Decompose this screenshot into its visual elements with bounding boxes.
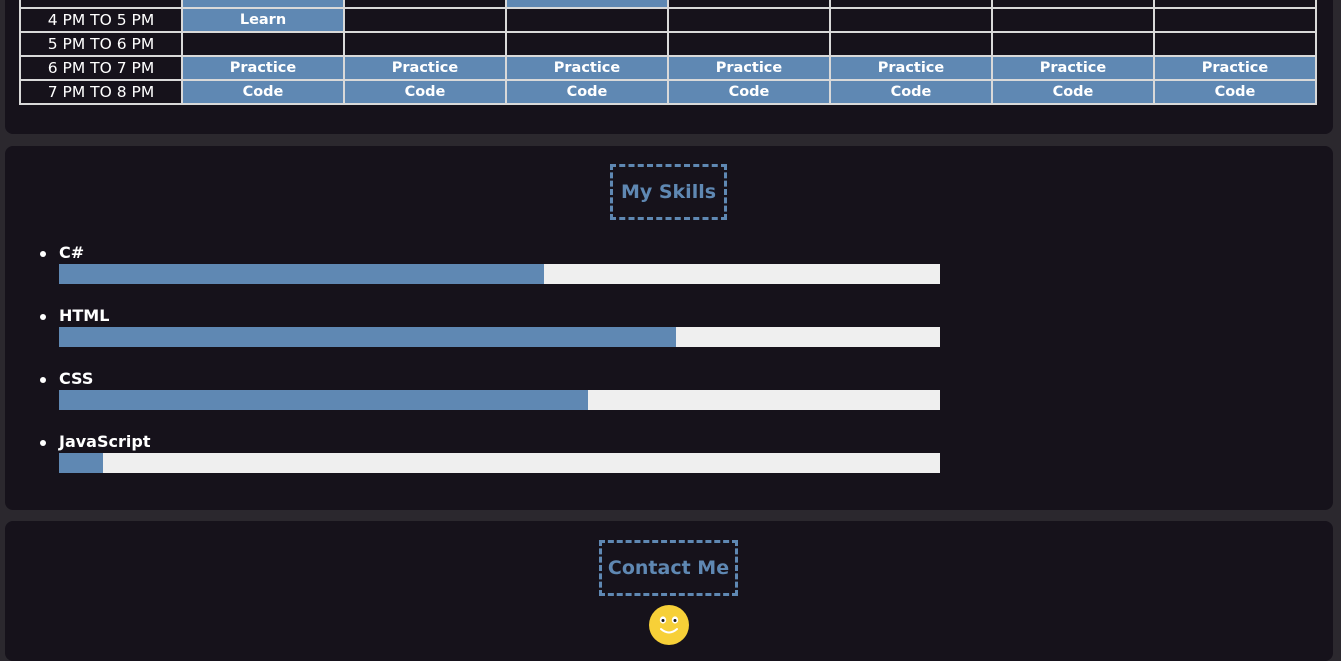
skill-progress-fill <box>59 264 544 284</box>
table-row: 4 PM TO 5 PM Learn <box>19 7 1317 33</box>
skill-name: C# <box>40 242 940 264</box>
slot-cell <box>343 31 507 57</box>
time-cell: 7 PM TO 8 PM <box>19 79 183 105</box>
skills-heading: My Skills <box>610 164 727 220</box>
bullet-icon <box>40 377 46 383</box>
slot-cell: Practice <box>1153 55 1317 81</box>
slot-cell <box>829 0 993 9</box>
skill-label: CSS <box>59 369 94 388</box>
bullet-icon <box>40 251 46 257</box>
slot-cell <box>181 0 345 9</box>
slot-cell <box>667 7 831 33</box>
slot-cell: Code <box>991 79 1155 105</box>
time-cell <box>19 0 183 9</box>
contact-heading: Contact Me <box>599 540 738 596</box>
skill-progress-track <box>59 390 940 410</box>
skill-progress-track <box>59 453 940 473</box>
table-row <box>19 0 1317 9</box>
slot-cell <box>1153 7 1317 33</box>
schedule-table: 4 PM TO 5 PM Learn 5 PM TO 6 PM 6 PM TO … <box>19 0 1317 105</box>
table-row: 7 PM TO 8 PM Code Code Code Code Code Co… <box>19 79 1317 105</box>
skill-label: JavaScript <box>59 432 151 451</box>
skills-panel: My Skills C# HTML CSS JavaScript <box>5 146 1333 510</box>
slot-cell <box>505 31 669 57</box>
skill-progress-track <box>59 327 940 347</box>
slot-cell: Practice <box>991 55 1155 81</box>
skill-item-csharp: C# <box>40 242 940 284</box>
slot-cell: Learn <box>181 7 345 33</box>
slot-cell: Code <box>505 79 669 105</box>
smiley-face-icon[interactable] <box>649 605 689 645</box>
slot-cell: Practice <box>181 55 345 81</box>
slot-cell <box>667 31 831 57</box>
skill-label: HTML <box>59 306 110 325</box>
slot-cell: Practice <box>343 55 507 81</box>
slot-cell <box>991 31 1155 57</box>
slot-cell: Practice <box>829 55 993 81</box>
bullet-icon <box>40 314 46 320</box>
slot-cell: Practice <box>667 55 831 81</box>
contact-panel: Contact Me <box>5 521 1333 661</box>
skill-label: C# <box>59 243 85 262</box>
slot-cell <box>343 7 507 33</box>
time-cell: 5 PM TO 6 PM <box>19 31 183 57</box>
slot-cell <box>1153 31 1317 57</box>
slot-cell <box>343 0 507 9</box>
slot-cell <box>1153 0 1317 9</box>
slot-cell: Code <box>181 79 345 105</box>
slot-cell <box>505 0 669 9</box>
slot-cell <box>667 0 831 9</box>
slot-cell: Code <box>1153 79 1317 105</box>
skill-item-javascript: JavaScript <box>40 431 940 473</box>
skill-progress-track <box>59 264 940 284</box>
skill-progress-fill <box>59 390 588 410</box>
skill-progress-fill <box>59 327 676 347</box>
time-cell: 6 PM TO 7 PM <box>19 55 183 81</box>
skill-name: HTML <box>40 305 940 327</box>
time-cell: 4 PM TO 5 PM <box>19 7 183 33</box>
slot-cell: Practice <box>505 55 669 81</box>
slot-cell: Code <box>667 79 831 105</box>
slot-cell <box>991 0 1155 9</box>
slot-cell <box>181 31 345 57</box>
slot-cell <box>829 31 993 57</box>
schedule-panel: 4 PM TO 5 PM Learn 5 PM TO 6 PM 6 PM TO … <box>5 0 1333 134</box>
bullet-icon <box>40 440 46 446</box>
slot-cell <box>829 7 993 33</box>
table-row: 5 PM TO 6 PM <box>19 31 1317 57</box>
slot-cell <box>991 7 1155 33</box>
slot-cell <box>505 7 669 33</box>
skill-name: CSS <box>40 368 940 390</box>
skill-name: JavaScript <box>40 431 940 453</box>
skill-item-css: CSS <box>40 368 940 410</box>
skill-progress-fill <box>59 453 104 473</box>
slot-cell: Code <box>343 79 507 105</box>
slot-cell: Code <box>829 79 993 105</box>
table-row: 6 PM TO 7 PM Practice Practice Practice … <box>19 55 1317 81</box>
skill-item-html: HTML <box>40 305 940 347</box>
